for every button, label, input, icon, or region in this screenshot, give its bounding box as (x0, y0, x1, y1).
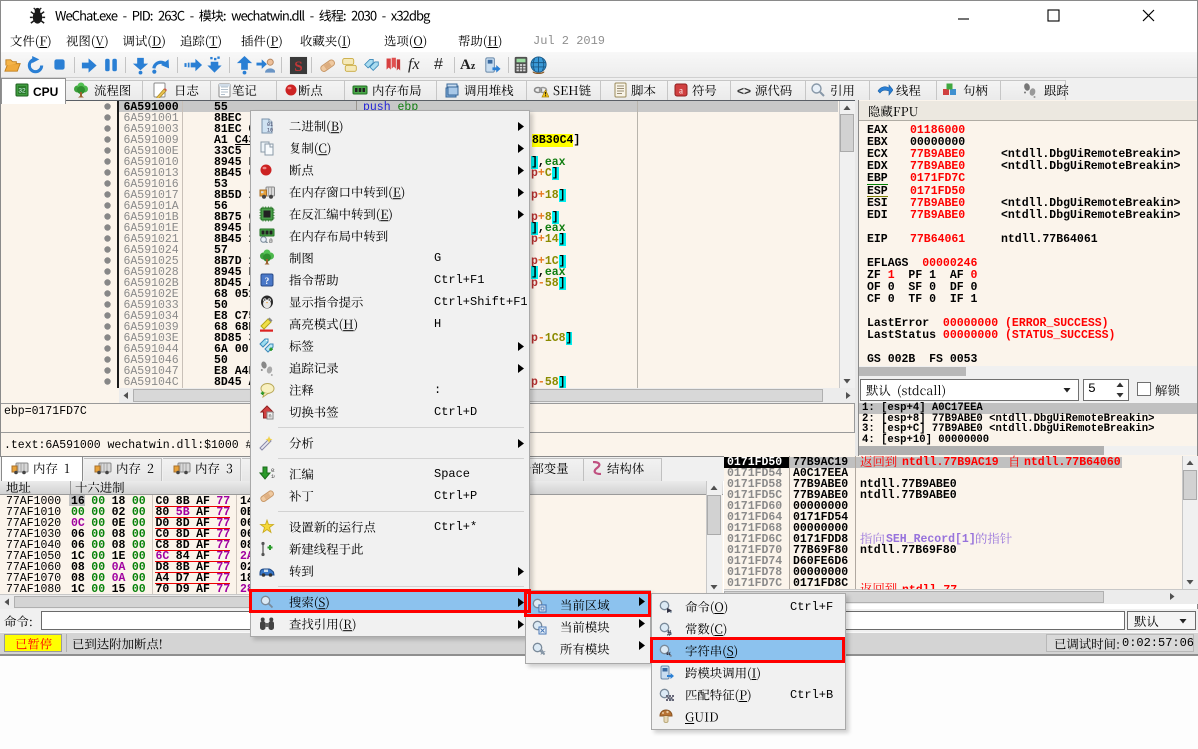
svg-text:32: 32 (18, 88, 26, 95)
svg-text:10: 10 (267, 128, 273, 134)
svg-text:@: @ (269, 238, 273, 243)
svg-text:S: S (294, 58, 302, 75)
svg-text:a: a (679, 86, 683, 96)
svg-text:n: n (268, 413, 271, 420)
svg-text:10: 10 (271, 473, 275, 480)
svg-text:#: # (667, 629, 672, 637)
svg-text:?: ? (265, 276, 270, 286)
